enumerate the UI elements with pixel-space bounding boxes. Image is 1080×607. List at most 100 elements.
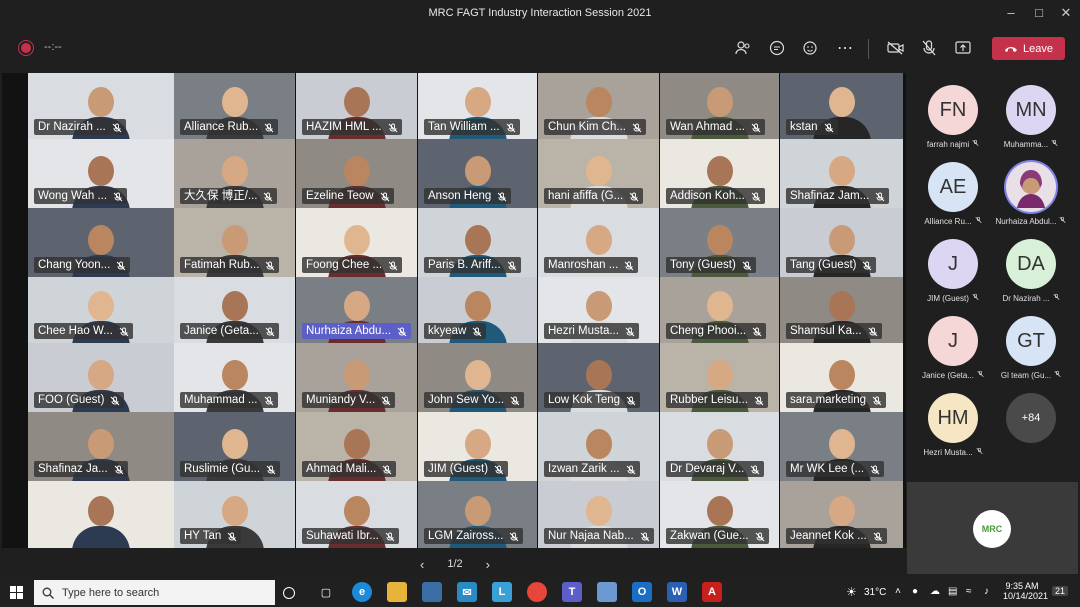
chrome-icon[interactable] [527, 582, 547, 602]
video-tile[interactable]: LGM Zaiross... [418, 481, 537, 548]
leave-button[interactable]: Leave [992, 37, 1065, 60]
maximize-icon[interactable]: □ [1030, 4, 1048, 22]
network-icon[interactable]: ▤ [948, 586, 957, 597]
video-tile[interactable]: Chun Kim Ch... [538, 73, 659, 139]
taskbar-search[interactable]: Type here to search [34, 580, 275, 605]
video-tile[interactable]: FOO (Guest) [28, 343, 174, 412]
video-tile[interactable]: Suhawati Ibr... [296, 481, 417, 548]
video-tile[interactable]: Chee Hao W... [28, 277, 174, 343]
video-tile[interactable]: Shamsul Ka... [780, 277, 903, 343]
roster-attendee[interactable]: J JIM (Guest) [914, 239, 992, 303]
roster-attendee[interactable]: J Janice (Geta... [914, 316, 992, 380]
video-tile[interactable]: Low Kok Teng [538, 343, 659, 412]
notification-center[interactable]: 21 [1052, 586, 1069, 596]
clock[interactable]: 9:35 AM 10/14/2021 [1003, 581, 1048, 601]
roster-attendee[interactable]: Nurhaiza Abdul... [992, 162, 1070, 226]
roster-attendee[interactable]: AE Alliance Ru... [914, 162, 992, 226]
video-tile[interactable]: JIM (Guest) [418, 412, 537, 481]
video-tile[interactable]: John Sew Yo... [418, 343, 537, 412]
mic-off-icon[interactable] [918, 37, 940, 59]
roster-attendee[interactable]: +84 [992, 393, 1070, 443]
video-tile[interactable]: Alliance Rub... [174, 73, 295, 139]
chevron-right-icon[interactable]: › [486, 557, 490, 572]
video-tile[interactable]: Ruslimie (Gu... [174, 412, 295, 481]
video-tile[interactable]: Zakwan (Gue... [660, 481, 779, 548]
video-tile[interactable]: Addison Koh... [660, 139, 779, 208]
video-tile[interactable]: Muniandy V... [296, 343, 417, 412]
video-tile[interactable]: Foong Chee ... [296, 208, 417, 277]
store-icon[interactable] [422, 582, 442, 602]
video-tile[interactable]: Tan William ... [418, 73, 537, 139]
video-tile[interactable]: Cheng Phooi... [660, 277, 779, 343]
video-tile[interactable]: Ezeline Teow [296, 139, 417, 208]
video-tile[interactable]: Mr WK Lee (... [780, 412, 903, 481]
video-tile[interactable]: Nur Najaa Nab... [538, 481, 659, 548]
reactions-icon[interactable] [800, 37, 822, 59]
roster-attendee[interactable]: GT Gl team (Gu... [992, 316, 1070, 380]
acrobat-icon[interactable]: A [702, 582, 722, 602]
video-tile[interactable]: Ahmad Mali... [296, 412, 417, 481]
wifi-icon[interactable]: ≈ [966, 586, 972, 597]
chevron-left-icon[interactable]: ‹ [420, 557, 424, 572]
video-tile[interactable]: Shafinaz Ja... [28, 412, 174, 481]
video-tile[interactable]: 大久保 博正/... [174, 139, 295, 208]
word-icon[interactable]: W [667, 582, 687, 602]
video-tile[interactable]: Izwan Zarik ... [538, 412, 659, 481]
app-l-icon[interactable]: L [492, 582, 512, 602]
video-tile[interactable]: Manroshan ... [538, 208, 659, 277]
roster-attendee[interactable]: DA Dr Nazirah ... [992, 239, 1070, 303]
video-tile[interactable]: Hezri Musta... [538, 277, 659, 343]
roster-attendee[interactable]: HM Hezri Musta... [914, 393, 992, 457]
more-options-icon[interactable]: ⋯ [834, 37, 856, 59]
video-tile[interactable]: Chang Yoon... [28, 208, 174, 277]
video-tile[interactable]: HAZIM HML ... [296, 73, 417, 139]
video-tile[interactable]: HY Tan [174, 481, 295, 548]
video-tile[interactable]: Muhammad ... [174, 343, 295, 412]
notes-icon[interactable] [597, 582, 617, 602]
participant-name: Suhawati Ibr... [306, 530, 379, 542]
video-tile[interactable]: Wong Wah ... [28, 139, 174, 208]
video-tile[interactable]: kkyeaw [418, 277, 537, 343]
chat-icon[interactable] [766, 37, 788, 59]
weather-temp[interactable]: 31°C [864, 587, 886, 598]
video-tile[interactable]: Anson Heng [418, 139, 537, 208]
video-tile[interactable]: Tang (Guest) [780, 208, 903, 277]
video-tile[interactable]: sara.marketing [780, 343, 903, 412]
video-tile[interactable]: Nurhaiza Abdu... [296, 277, 417, 343]
teams-icon[interactable]: T [562, 582, 582, 602]
video-tile[interactable]: kstan [780, 73, 903, 139]
video-tile[interactable]: Janice (Geta... [174, 277, 295, 343]
participant-name-tag: John Sew Yo... [424, 392, 525, 408]
participant-name-tag: Nurhaiza Abdu... [302, 323, 412, 339]
video-tile[interactable]: Rubber Leisu... [660, 343, 779, 412]
mail-icon[interactable]: ✉ [457, 582, 477, 602]
video-tile[interactable]: Dr Devaraj V... [660, 412, 779, 481]
video-tile[interactable]: Wan Ahmad ... [660, 73, 779, 139]
share-screen-icon[interactable] [952, 37, 974, 59]
video-tile[interactable]: Paris B. Ariff... [418, 208, 537, 277]
tray-overflow-icon[interactable]: ˄ [895, 586, 901, 597]
onedrive-icon[interactable]: ☁ [930, 586, 940, 597]
minimize-icon[interactable]: – [1002, 4, 1020, 22]
roster-attendee[interactable]: MN Muhamma... [992, 85, 1070, 149]
camera-off-icon[interactable] [885, 37, 907, 59]
video-tile[interactable] [28, 481, 174, 548]
cortana-icon[interactable] [283, 587, 295, 599]
video-tile[interactable]: Shafinaz Jam... [780, 139, 903, 208]
volume-icon[interactable]: ♪ [984, 586, 989, 597]
video-tile[interactable]: Tony (Guest) [660, 208, 779, 277]
windows-start-icon[interactable] [10, 586, 23, 604]
video-tile[interactable]: Dr Nazirah ... [28, 73, 174, 139]
video-tile[interactable]: hani afiffa (G... [538, 139, 659, 208]
edge-icon[interactable]: e [352, 582, 372, 602]
participants-icon[interactable] [732, 37, 754, 59]
roster-attendee[interactable]: FN farrah najmi [914, 85, 992, 149]
outlook-icon[interactable]: O [632, 582, 652, 602]
participant-name-tag: 大久保 博正/... [180, 188, 278, 204]
tray-app-icon[interactable]: ● [912, 586, 918, 597]
video-tile[interactable]: Fatimah Rub... [174, 208, 295, 277]
task-view-icon[interactable]: ▢ [316, 582, 336, 602]
video-tile[interactable]: Jeannet Kok ... [780, 481, 903, 548]
close-icon[interactable]: ✕ [1057, 4, 1075, 22]
file-explorer-icon[interactable] [387, 582, 407, 602]
